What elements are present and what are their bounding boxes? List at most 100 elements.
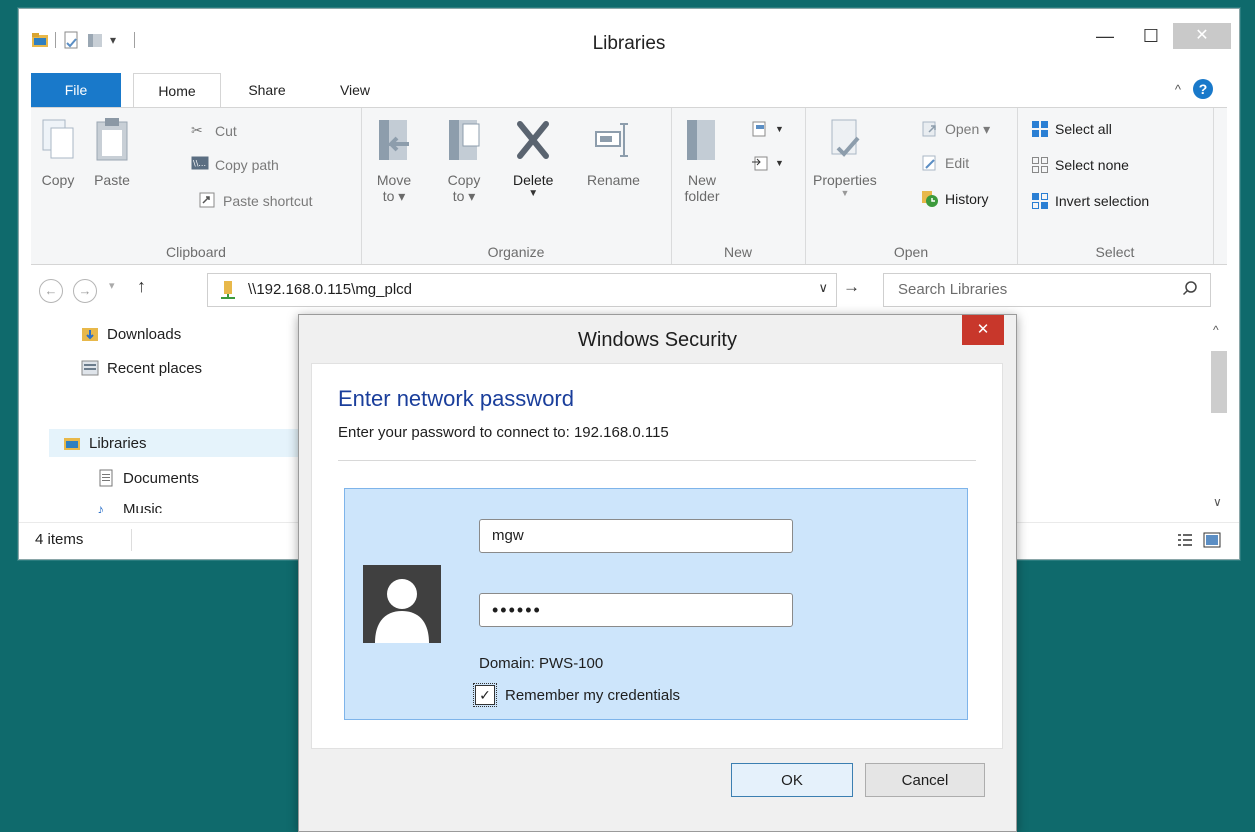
- nav-libraries-label: Libraries: [89, 434, 147, 452]
- cut-label: Cut: [215, 123, 237, 139]
- address-dropdown-icon[interactable]: ∨: [818, 280, 828, 296]
- recent-places-icon: [81, 359, 99, 377]
- scroll-down-icon[interactable]: ∨: [1213, 495, 1222, 509]
- nav-item-libraries[interactable]: Libraries: [49, 429, 313, 457]
- scroll-up-icon[interactable]: ^: [1213, 323, 1219, 337]
- paste-icon: [93, 114, 131, 166]
- cancel-button[interactable]: Cancel: [865, 763, 985, 797]
- username-field[interactable]: mgw: [479, 519, 793, 553]
- copy-to-button[interactable]: Copy to ▾: [445, 114, 483, 205]
- new-item-button[interactable]: ▼: [751, 120, 784, 138]
- search-icon[interactable]: [1182, 280, 1198, 301]
- move-to-label-line1: Move: [376, 172, 412, 188]
- vertical-scrollbar[interactable]: ^ ∨: [1209, 323, 1229, 509]
- remember-label: Remember my credentials: [505, 686, 681, 704]
- copy-path-button[interactable]: \\... Copy path: [191, 156, 279, 174]
- nav-item-music[interactable]: ♪ Music: [97, 501, 162, 513]
- organize-group-label: Organize: [487, 244, 545, 260]
- documents-icon: [97, 469, 115, 487]
- copy-to-label-line2: to ▾: [452, 188, 476, 204]
- close-button[interactable]: ✕: [1173, 23, 1231, 49]
- remember-checkbox[interactable]: ✓: [473, 683, 497, 707]
- up-arrow-icon[interactable]: ↑: [137, 276, 146, 297]
- paste-shortcut-button[interactable]: Paste shortcut: [199, 192, 313, 210]
- select-none-button[interactable]: Select none: [1031, 156, 1129, 174]
- select-none-label: Select none: [1055, 157, 1129, 173]
- tab-file[interactable]: File: [31, 73, 121, 107]
- rename-label: Rename: [587, 172, 640, 188]
- nav-documents-label: Documents: [123, 469, 199, 487]
- help-icon[interactable]: ?: [1193, 79, 1213, 99]
- nav-recent-places-label: Recent places: [107, 359, 203, 377]
- back-button[interactable]: ←: [39, 279, 63, 303]
- ribbon-tabs: File Home Share View ^ ?: [31, 73, 1227, 109]
- invert-selection-icon: [1031, 192, 1049, 210]
- search-input[interactable]: Search Libraries: [883, 273, 1211, 307]
- user-avatar-icon: [363, 565, 441, 643]
- clipboard-group-label: Clipboard: [166, 244, 226, 260]
- address-path: \\192.168.0.115\mg_plcd: [248, 281, 413, 298]
- tab-share[interactable]: Share: [233, 73, 301, 107]
- nav-music-label: Music: [123, 501, 163, 513]
- nav-item-documents[interactable]: Documents: [97, 469, 199, 487]
- easy-access-button[interactable]: ▼: [751, 154, 784, 172]
- dialog-divider: [338, 460, 976, 461]
- tab-home[interactable]: Home: [133, 73, 221, 109]
- select-all-label: Select all: [1055, 121, 1112, 137]
- open-icon: [921, 120, 939, 138]
- ribbon-controls: ^ ?: [1175, 79, 1213, 99]
- history-button[interactable]: History: [921, 190, 989, 208]
- go-arrow-icon[interactable]: →: [843, 277, 860, 297]
- copy-button[interactable]: Copy: [39, 114, 77, 188]
- new-group: New folder ▼ ▼ New: [671, 108, 806, 264]
- invert-selection-button[interactable]: Invert selection: [1031, 192, 1149, 210]
- rename-button[interactable]: Rename: [587, 114, 640, 188]
- new-folder-label-line1: New: [687, 172, 716, 188]
- new-folder-label-line2: folder: [684, 188, 720, 204]
- music-icon: ♪: [97, 501, 104, 513]
- select-all-button[interactable]: Select all: [1031, 120, 1112, 138]
- dialog-close-button[interactable]: ✕: [962, 315, 1004, 345]
- minimize-button[interactable]: —: [1083, 23, 1127, 49]
- delete-button[interactable]: Delete ▼: [513, 114, 553, 199]
- select-none-icon: [1031, 156, 1049, 174]
- move-to-button[interactable]: Move to ▾: [375, 114, 413, 205]
- select-group-label: Select: [1095, 244, 1135, 260]
- properties-button[interactable]: Properties ▼: [813, 114, 877, 198]
- address-row: ← → ▾ ↑ \\192.168.0.115\mg_plcd ∨ → Sear…: [31, 273, 1227, 307]
- details-view-icon[interactable]: [1177, 532, 1193, 553]
- paste-button[interactable]: Paste: [93, 114, 131, 188]
- remember-credentials-option[interactable]: ✓ Remember my credentials: [473, 683, 681, 707]
- password-field[interactable]: ••••••: [479, 593, 793, 627]
- open-label: Open ▾: [945, 120, 991, 137]
- ok-button[interactable]: OK: [731, 763, 853, 797]
- edit-button[interactable]: Edit: [921, 154, 969, 172]
- open-group-label: Open: [893, 244, 929, 260]
- collapse-ribbon-icon[interactable]: ^: [1175, 82, 1181, 97]
- forward-button[interactable]: →: [73, 279, 97, 303]
- properties-dropdown-icon[interactable]: ▼: [813, 188, 877, 198]
- libraries-icon: [63, 434, 81, 452]
- new-folder-icon: [683, 114, 721, 166]
- status-separator: [131, 529, 132, 551]
- cut-button[interactable]: ✂ Cut: [191, 122, 237, 140]
- dialog-body: Enter network password Enter your passwo…: [311, 363, 1003, 749]
- recent-locations-chevron-icon[interactable]: ▾: [109, 279, 115, 292]
- tab-view[interactable]: View: [331, 73, 379, 107]
- address-bar[interactable]: \\192.168.0.115\mg_plcd ∨: [207, 273, 837, 307]
- maximize-button[interactable]: ☐: [1129, 23, 1173, 49]
- nav-item-downloads[interactable]: Downloads: [81, 325, 181, 343]
- new-item-icon: [751, 120, 769, 138]
- delete-dropdown-icon[interactable]: ▼: [513, 188, 553, 199]
- scroll-thumb[interactable]: [1211, 351, 1227, 413]
- delete-label: Delete: [513, 172, 554, 188]
- new-folder-button[interactable]: New folder: [683, 114, 721, 204]
- open-button[interactable]: Open ▾: [921, 120, 990, 138]
- copy-to-label-line1: Copy: [447, 172, 481, 188]
- large-icons-view-icon[interactable]: [1203, 532, 1221, 553]
- new-group-label: New: [723, 244, 752, 260]
- network-folder-icon: [218, 280, 238, 305]
- credential-tile[interactable]: mgw •••••• Domain: PWS-100 ✓ Remember my…: [344, 488, 968, 720]
- nav-item-recent-places[interactable]: Recent places: [81, 359, 202, 377]
- copy-icon: [39, 114, 77, 166]
